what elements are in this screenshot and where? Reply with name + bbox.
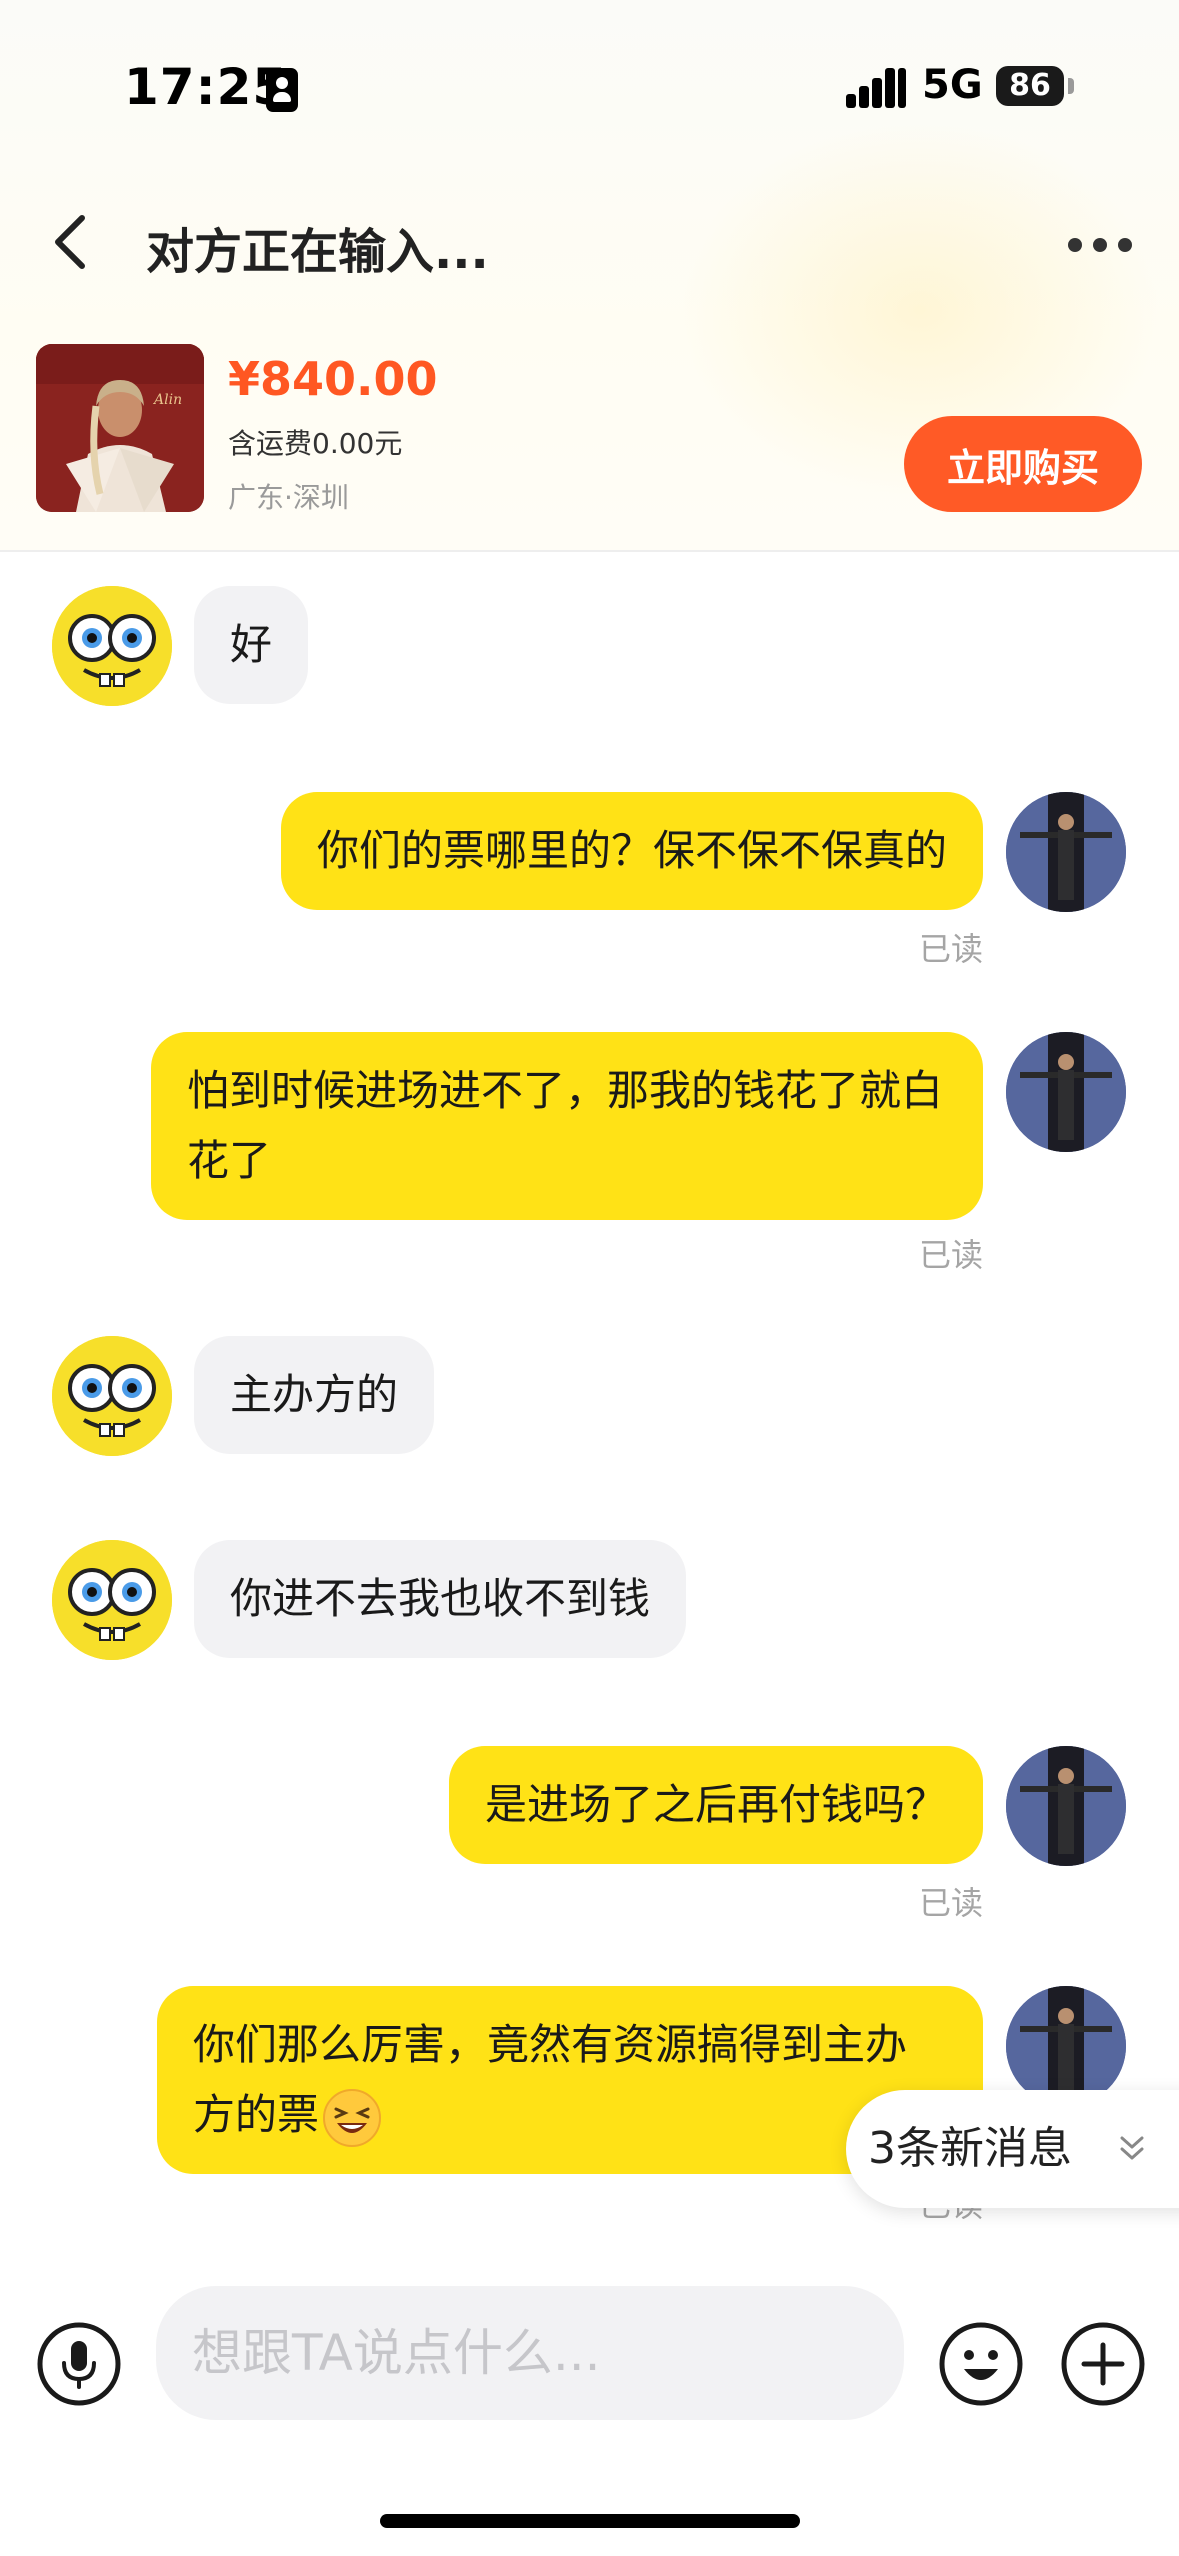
seller-avatar[interactable] (52, 1540, 172, 1660)
new-messages-button[interactable]: 3条新消息 (846, 2090, 1179, 2208)
product-image: Alin (36, 344, 204, 512)
double-chevron-down-icon (1120, 2136, 1144, 2160)
message-input[interactable] (156, 2286, 904, 2420)
new-messages-label: 3条新消息 (868, 2123, 1072, 2174)
user-photo-icon (1006, 1746, 1126, 1866)
user-photo-icon (1006, 1986, 1126, 2106)
status-time: 17:25 (124, 58, 289, 116)
seller-avatar[interactable] (52, 586, 172, 706)
user-avatar[interactable] (1006, 1986, 1126, 2106)
message-text: 你们那么厉害，竟然有资源搞得到主办方的票 (193, 2020, 908, 2139)
shipping-fee: 含运费0.00元 (228, 427, 403, 460)
sponge-face-icon (52, 586, 172, 706)
sponge-face-icon (52, 1336, 172, 1456)
user-photo-icon (1006, 792, 1126, 912)
message-bubble[interactable]: 主办方的 (194, 1336, 435, 1454)
read-status: 已读 (918, 1884, 983, 1922)
battery-cap (1068, 78, 1074, 94)
message-bubble[interactable]: 怕到时候进场进不了，那我的钱花了就白花了 (151, 1032, 983, 1220)
add-icon[interactable] (1060, 2321, 1146, 2407)
message-bubble[interactable]: 你进不去我也收不到钱 (194, 1540, 687, 1658)
message-bubble[interactable]: 好 (194, 586, 309, 704)
read-status: 已读 (918, 1236, 983, 1274)
seller-avatar[interactable] (52, 1336, 172, 1456)
home-indicator (380, 2514, 800, 2528)
battery-icon: 86 (996, 66, 1064, 106)
user-avatar[interactable] (1006, 792, 1126, 912)
signal-icon (846, 68, 906, 108)
microphone-icon[interactable] (36, 2321, 122, 2407)
contact-card-icon (266, 68, 298, 112)
message-bubble[interactable]: 是进场了之后再付钱吗？ (448, 1746, 983, 1864)
product-thumbnail[interactable]: Alin (36, 344, 204, 512)
header-divider (0, 550, 1179, 552)
more-icon[interactable] (1068, 238, 1132, 252)
user-avatar[interactable] (1006, 1746, 1126, 1866)
user-avatar[interactable] (1006, 1032, 1126, 1152)
buy-now-button[interactable]: 立即购买 (904, 416, 1142, 512)
page-title: 对方正在输入... (146, 224, 489, 280)
message-bubble[interactable]: 你们的票哪里的？保不保不保真的 (280, 792, 983, 910)
back-icon[interactable] (46, 212, 96, 272)
grinning-squint-face-icon (323, 2088, 382, 2147)
sponge-face-icon (52, 1540, 172, 1660)
seller-location: 广东·深圳 (228, 481, 349, 514)
product-price: ¥840.00 (228, 352, 438, 406)
svg-text:Alin: Alin (152, 392, 182, 408)
emoji-icon[interactable] (938, 2321, 1024, 2407)
read-status: 已读 (918, 930, 983, 968)
user-photo-icon (1006, 1032, 1126, 1152)
network-type: 5G (922, 62, 983, 108)
